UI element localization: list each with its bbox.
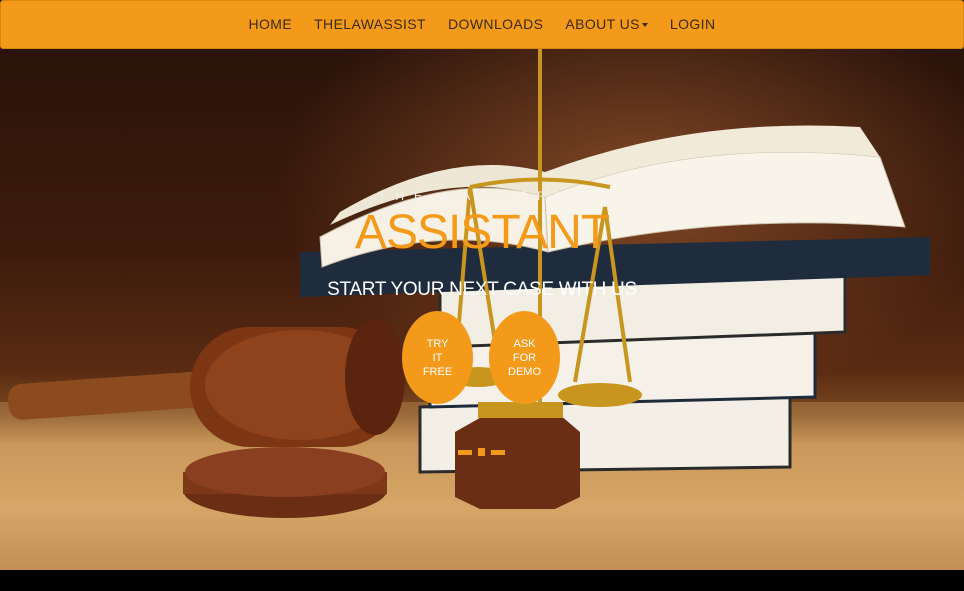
- ask-for-demo-button[interactable]: ASK FOR DEMO: [489, 311, 560, 404]
- nav-about-us-label: ABOUT US: [565, 16, 640, 32]
- nav-thelawassist-label: THELAWASSIST: [314, 16, 427, 32]
- try-label-3: FREE: [422, 365, 453, 378]
- carousel-dot-1[interactable]: [458, 450, 472, 455]
- demo-label-3: DEMO: [508, 365, 541, 378]
- nav-downloads[interactable]: DOWNLOADS: [437, 1, 554, 48]
- nav-menu: HOME THELAWASSIST DOWNLOADS ABOUT US LOG…: [238, 1, 727, 48]
- caret-down-icon: [641, 23, 648, 28]
- footer-bar: [0, 570, 964, 591]
- nav-downloads-label: DOWNLOADS: [448, 16, 544, 32]
- hero-kicker: THE LAWYER'S: [378, 189, 586, 203]
- hero-headline: ASSISTANT: [354, 206, 610, 259]
- try-label-1: TRY: [426, 337, 449, 350]
- nav-about-us[interactable]: ABOUT US: [554, 1, 659, 48]
- carousel-indicators: [458, 448, 505, 456]
- try-label-2: IT: [432, 351, 443, 364]
- nav-thelawassist[interactable]: THELAWASSIST: [303, 1, 437, 48]
- carousel-dot-3[interactable]: [491, 450, 505, 455]
- demo-label-1: ASK: [513, 337, 536, 350]
- demo-label-2: FOR: [512, 351, 537, 364]
- hero-subline: START YOUR NEXT CASE WITH US: [327, 279, 637, 300]
- nav-login-label: LOGIN: [669, 16, 716, 32]
- carousel-dot-2[interactable]: [478, 448, 485, 456]
- try-it-free-button[interactable]: TRY IT FREE: [402, 311, 473, 404]
- hero-background-image: [0, 47, 964, 570]
- hero-carousel: THE LAWYER'S ASSISTANT START YOUR NEXT C…: [0, 47, 964, 570]
- nav-home[interactable]: HOME: [238, 1, 304, 48]
- top-navbar: HOME THELAWASSIST DOWNLOADS ABOUT US LOG…: [0, 0, 964, 49]
- nav-login[interactable]: LOGIN: [659, 1, 727, 48]
- nav-home-label: HOME: [248, 16, 293, 32]
